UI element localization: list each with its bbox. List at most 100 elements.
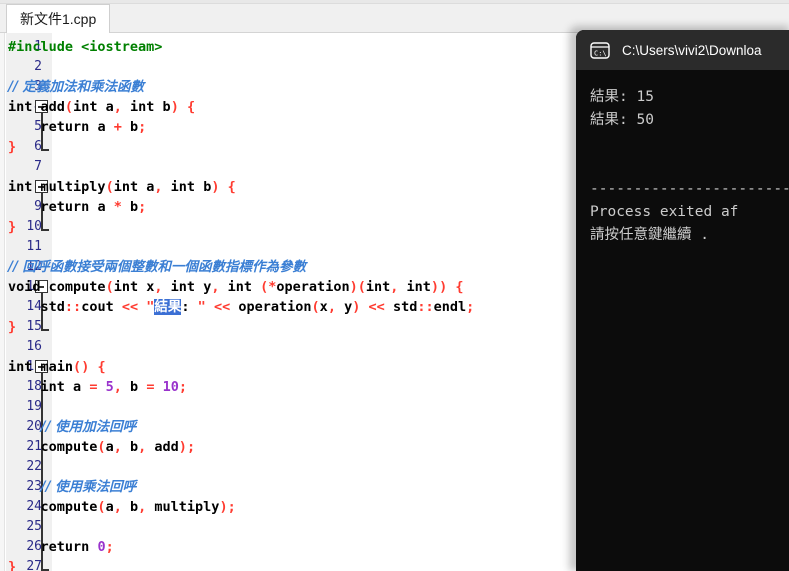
- punctuation-token: (: [64, 99, 74, 115]
- keyword-token: int: [170, 179, 196, 195]
- keyword-token: int: [40, 379, 65, 395]
- keyword-token: int: [365, 279, 391, 295]
- keyword-token: int: [73, 99, 98, 115]
- code-line[interactable]: int add(int a, int b) {: [8, 97, 195, 117]
- punctuation-token: ;: [227, 499, 236, 515]
- console-output-line: 結果: 15: [590, 89, 654, 105]
- keyword-token: return: [40, 199, 90, 215]
- fold-guide-end: [40, 229, 49, 231]
- identifier-token: a: [73, 379, 82, 395]
- punctuation-token: <: [222, 299, 231, 315]
- identifier-token: b: [129, 439, 139, 455]
- code-line[interactable]: return a + b;: [8, 117, 147, 137]
- comment-token: // 使用加法回呼: [40, 419, 137, 435]
- punctuation-token: *: [113, 199, 122, 215]
- identifier-token: b: [130, 199, 139, 215]
- punctuation-token: ,: [113, 99, 122, 115]
- svg-text:C:\: C:\: [594, 49, 607, 57]
- code-line[interactable]: int a = 5, b = 10;: [8, 377, 187, 397]
- comment-token: // 回呼函數接受兩個整數和一個函數指標作為參數: [8, 259, 307, 275]
- code-line[interactable]: return 0;: [8, 537, 114, 557]
- punctuation-token: <: [121, 299, 130, 315]
- punctuation-token: ,: [154, 279, 163, 295]
- identifier-token: operation: [276, 279, 350, 295]
- code-line[interactable]: int main() {: [8, 357, 106, 377]
- punctuation-token: <: [368, 299, 377, 315]
- identifier-token: compute: [40, 499, 98, 515]
- keyword-token: std: [392, 299, 418, 315]
- console-titlebar[interactable]: C:\ C:\Users\vivi2\Downloa: [576, 30, 789, 70]
- keyword-token: int: [113, 179, 139, 195]
- code-line[interactable]: }: [8, 557, 16, 571]
- punctuation-token: ;: [138, 199, 147, 215]
- comment-token: // 使用乘法回呼: [40, 479, 137, 495]
- code-line[interactable]: }: [8, 137, 16, 157]
- identifier-token: b: [129, 499, 139, 515]
- code-line[interactable]: compute(a, b, multiply);: [8, 497, 236, 517]
- punctuation-token: {: [186, 99, 196, 115]
- punctuation-token: {: [455, 279, 464, 295]
- keyword-token: return: [40, 119, 90, 135]
- punctuation-token: (: [311, 299, 320, 315]
- punctuation-token: ): [430, 279, 440, 295]
- punctuation-token: }: [8, 219, 17, 235]
- tab-file-0[interactable]: 新文件1.cpp: [6, 4, 111, 33]
- preprocessor-token: #include <iostream>: [8, 39, 163, 55]
- code-line[interactable]: // 回呼函數接受兩個整數和一個函數指標作為參數: [8, 257, 306, 277]
- fold-guide-end: [40, 149, 49, 151]
- identifier-token: a: [97, 199, 106, 215]
- selected-text: 結果: [154, 299, 182, 315]
- console-window[interactable]: C:\ C:\Users\vivi2\Downloa 結果: 15 結果: 50 …: [576, 30, 789, 571]
- code-line[interactable]: #include <iostream>: [8, 37, 162, 57]
- console-output[interactable]: 結果: 15 結果: 50 ---------------------------…: [576, 70, 789, 571]
- comment-token: // 定義加法和乘法函數: [8, 79, 145, 95]
- identifier-token: a: [105, 99, 114, 115]
- tabbar-top-strip: [0, 0, 789, 4]
- punctuation-token: ;: [138, 119, 147, 135]
- punctuation-token: ): [211, 179, 220, 195]
- code-line[interactable]: // 定義加法和乘法函數: [8, 77, 144, 97]
- console-output-line: 請按任意鍵繼續 .: [590, 227, 718, 243]
- punctuation-token: :: [73, 299, 82, 315]
- punctuation-token: :: [64, 299, 74, 315]
- punctuation-token: ): [178, 439, 187, 455]
- keyword-token: int: [8, 99, 33, 115]
- code-line[interactable]: int multiply(int a, int b) {: [8, 177, 236, 197]
- code-line[interactable]: // 使用乘法回呼: [8, 477, 137, 497]
- punctuation-token: (: [97, 499, 106, 515]
- string-token: ": [197, 299, 206, 315]
- code-line[interactable]: return a * b;: [8, 197, 147, 217]
- punctuation-token: (: [105, 279, 114, 295]
- console-title-text: C:\Users\vivi2\Downloa: [622, 42, 762, 58]
- punctuation-token: {: [97, 359, 106, 375]
- keyword-token: std: [40, 299, 65, 315]
- punctuation-token: ): [349, 279, 358, 295]
- punctuation-token: }: [8, 319, 17, 335]
- fold-guide-end: [40, 329, 49, 331]
- keyword-token: int: [130, 99, 155, 115]
- punctuation-token: ;: [466, 299, 475, 315]
- punctuation-token: }: [8, 559, 17, 571]
- identifier-token: a: [105, 439, 114, 455]
- identifier-token: add: [154, 439, 179, 455]
- code-line[interactable]: void compute(int x, int y, int (*operati…: [8, 277, 463, 297]
- code-line[interactable]: // 使用加法回呼: [8, 417, 137, 437]
- punctuation-token: ,: [113, 499, 122, 515]
- code-line[interactable]: std::cout << "結果: " << operation(x, y) <…: [8, 297, 474, 317]
- ide-window: 新文件1.cpp 1234567891011121314151617181920…: [0, 0, 789, 571]
- code-line[interactable]: }: [8, 217, 16, 237]
- punctuation-token: ,: [154, 179, 163, 195]
- punctuation-token: =: [89, 379, 98, 395]
- identifier-token: endl: [433, 299, 467, 315]
- punctuation-token: ,: [390, 279, 399, 295]
- identifier-token: x: [319, 299, 328, 315]
- code-line[interactable]: }: [8, 317, 16, 337]
- punctuation-token: ;: [178, 379, 187, 395]
- keyword-token: int: [113, 279, 139, 295]
- punctuation-token: ): [352, 299, 361, 315]
- code-line[interactable]: compute(a, b, add);: [8, 437, 196, 457]
- identifier-token: y: [344, 299, 353, 315]
- punctuation-token: +: [113, 119, 122, 135]
- console-output-line: --------------------------------: [590, 181, 789, 197]
